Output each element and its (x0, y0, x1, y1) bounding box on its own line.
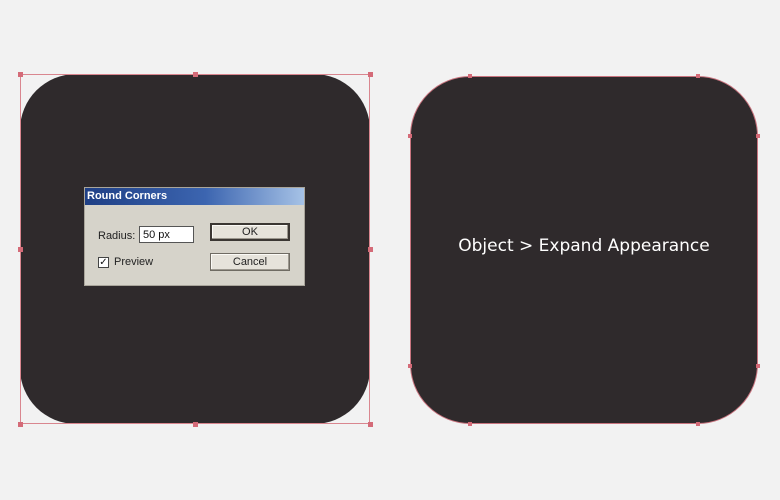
anchor-point[interactable] (408, 134, 412, 138)
preview-label: Preview (114, 256, 154, 268)
ok-button[interactable]: OK (210, 223, 290, 241)
selection-handle-top-left[interactable] (18, 72, 23, 77)
anchor-point[interactable] (756, 134, 760, 138)
caption-text: Object > Expand Appearance (458, 236, 710, 256)
round-corners-dialog: Round Corners Radius: ✓ Preview OK Cance… (84, 187, 305, 286)
selection-handle-middle-right[interactable] (368, 247, 373, 252)
selection-handle-top-right[interactable] (368, 72, 373, 77)
anchor-point[interactable] (696, 74, 700, 78)
selection-handle-top-center[interactable] (193, 72, 198, 77)
anchor-point[interactable] (696, 422, 700, 426)
anchor-point[interactable] (756, 364, 760, 368)
selection-handle-bottom-right[interactable] (368, 422, 373, 427)
selection-handle-bottom-center[interactable] (193, 422, 198, 427)
dialog-title[interactable]: Round Corners (85, 188, 304, 205)
anchor-point[interactable] (408, 364, 412, 368)
preview-option[interactable]: ✓ Preview (98, 256, 153, 268)
selection-handle-middle-left[interactable] (18, 247, 23, 252)
preview-checkbox[interactable]: ✓ (98, 256, 109, 268)
radius-input[interactable] (139, 226, 194, 243)
selection-handle-bottom-left[interactable] (18, 422, 23, 427)
cancel-button[interactable]: Cancel (210, 253, 290, 271)
anchor-point[interactable] (468, 74, 472, 78)
radius-label: Radius: (98, 230, 136, 242)
anchor-point[interactable] (468, 422, 472, 426)
